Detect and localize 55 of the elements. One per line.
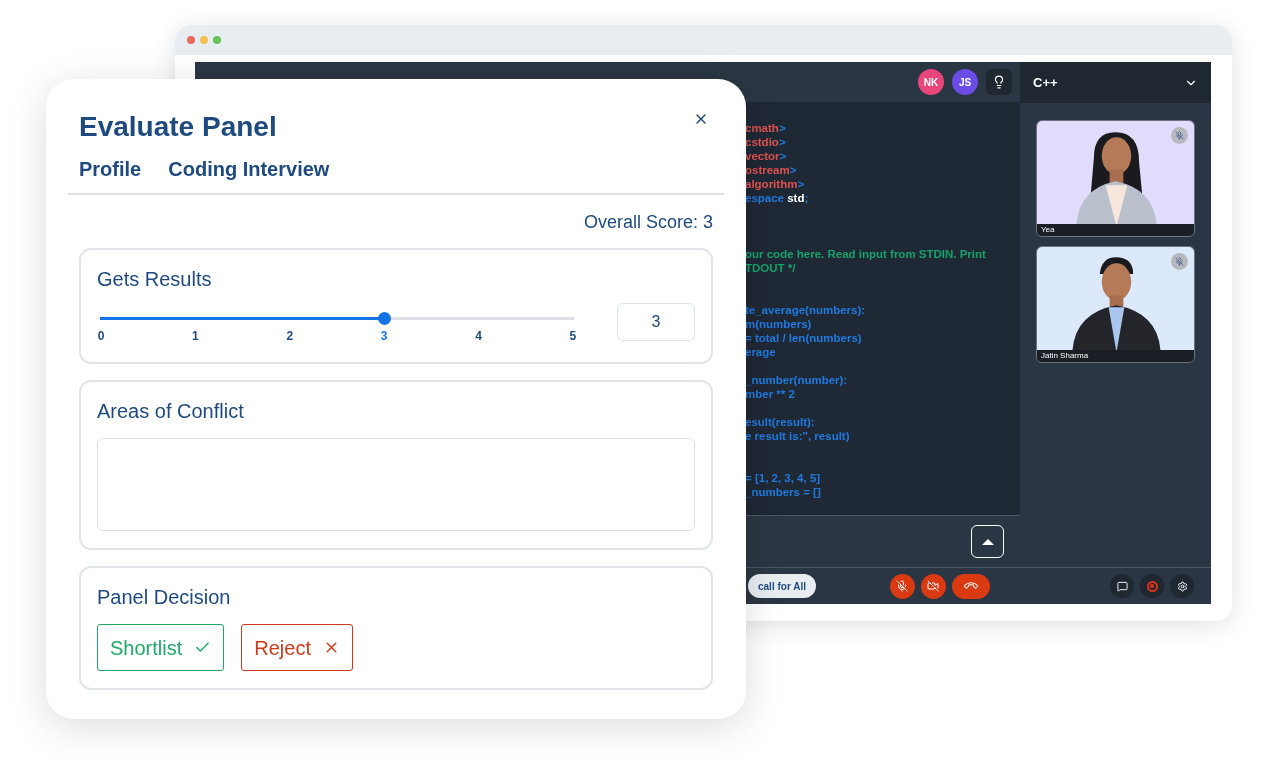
chat-icon (1116, 580, 1128, 592)
code-line: our code here. Read input from STDIN. Print (745, 247, 987, 261)
call-pill-button[interactable]: call for All (748, 574, 816, 598)
criterion-title: Gets Results (97, 267, 213, 291)
score-field[interactable]: 3 (617, 303, 695, 341)
code-line: _number(number): (745, 373, 849, 387)
code-line: erage (745, 345, 777, 359)
code-line: cmath> (745, 121, 787, 135)
tick-label: 4 (474, 328, 483, 345)
code-line: e result is:", result) (745, 429, 851, 443)
hint-button[interactable] (986, 69, 1012, 95)
panel-title: Evaluate Panel (79, 110, 277, 144)
lightbulb-icon (992, 75, 1006, 89)
panel-tab[interactable]: Coding Interview (168, 157, 330, 181)
conflict-input[interactable] (97, 438, 695, 531)
mute-button[interactable] (890, 573, 915, 599)
settings-button[interactable] (1170, 574, 1194, 598)
expand-console-button[interactable] (971, 525, 1004, 558)
camera-off-button[interactable] (921, 573, 946, 599)
record-icon (1146, 580, 1158, 592)
decision-title: Panel Decision (97, 585, 232, 609)
tick-label: 2 (285, 328, 294, 345)
slider-thumb[interactable] (378, 312, 392, 325)
code-line: ostream> (745, 163, 798, 177)
code-line: te_average(numbers): (745, 303, 867, 317)
reject-button[interactable]: Reject (241, 624, 353, 671)
participant-name: Jatin Sharma (1041, 351, 1089, 361)
overall-score: Overall Score: 3 (583, 211, 713, 233)
code-line: esult(result): (745, 415, 816, 429)
code-line: vector> (745, 149, 788, 163)
code-line: m(numbers) (745, 317, 813, 331)
code-line: _numbers = [] (745, 485, 822, 499)
panel-tab[interactable]: Profile (79, 157, 142, 181)
mic-off-icon (896, 580, 909, 592)
tick-label: 5 (568, 328, 577, 345)
language-select[interactable]: C++ (1020, 62, 1211, 103)
tick-label: 3 (380, 328, 389, 345)
tick-label: 1 (191, 328, 200, 345)
hang-up-button[interactable] (952, 573, 990, 599)
score-slider[interactable] (100, 312, 574, 325)
code-line: algorithm> (745, 177, 806, 191)
tick-label: 0 (97, 328, 105, 345)
triangle-up-icon (981, 538, 994, 545)
user-avatar[interactable]: NK (918, 69, 944, 95)
record-button[interactable] (1140, 574, 1164, 598)
code-line: espace std; (745, 191, 810, 205)
code-line: mber ** 2 (745, 387, 796, 401)
settings-icon (1176, 580, 1188, 592)
code-line: TDOUT */ (745, 261, 797, 275)
chat-button[interactable] (1110, 574, 1134, 598)
camera-off-icon (927, 580, 940, 592)
participant-name: Yea (1041, 225, 1055, 235)
code-line: cstdio> (745, 135, 787, 149)
user-avatar[interactable]: JS (952, 69, 978, 95)
conflict-title: Areas of Conflict (97, 399, 245, 423)
